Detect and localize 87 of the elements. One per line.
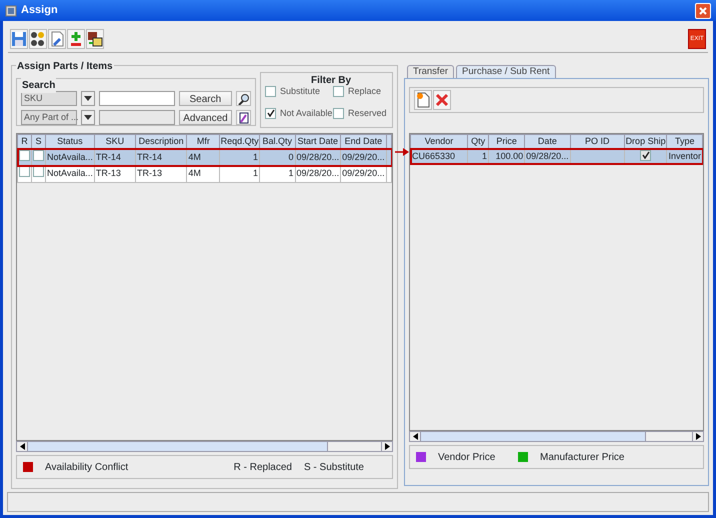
checkbox[interactable] xyxy=(333,86,344,98)
advanced-search-button[interactable] xyxy=(236,110,251,125)
column-header[interactable]: R xyxy=(18,134,32,149)
checkbox[interactable] xyxy=(333,108,344,119)
search-icon xyxy=(238,92,250,104)
group-title: Filter By xyxy=(311,74,352,88)
add-remove-button[interactable] xyxy=(67,28,85,48)
checkbox[interactable] xyxy=(19,166,30,177)
table-cell: TR-14 xyxy=(135,149,187,166)
column-header[interactable]: Bal.Qty xyxy=(260,134,296,149)
column-header[interactable]: Price xyxy=(488,134,525,149)
delete-icon xyxy=(435,93,449,107)
advanced-button[interactable]: Advanced xyxy=(178,110,232,125)
arrow-icon xyxy=(20,443,24,450)
scrollbar[interactable] xyxy=(409,431,704,442)
table-cell: 09/29/20... xyxy=(340,149,386,166)
table-cell: 0 xyxy=(260,149,296,166)
legend-label: Manufacturer Price xyxy=(540,450,624,464)
app-icon xyxy=(5,4,17,16)
table-cell: CU665330 xyxy=(410,149,468,164)
close-button[interactable] xyxy=(695,2,711,18)
dropdown-button[interactable] xyxy=(80,91,95,106)
document-icon xyxy=(238,112,250,124)
save-button[interactable] xyxy=(10,28,28,48)
scrollbar[interactable] xyxy=(16,441,393,452)
table-cell: 09/28/20... xyxy=(295,149,341,166)
close-icon xyxy=(698,6,708,16)
checkbox[interactable] xyxy=(265,86,276,98)
arrow-icon xyxy=(384,443,390,450)
column-header[interactable]: Start Date xyxy=(295,134,341,149)
column-header[interactable]: Description xyxy=(135,134,187,149)
tab[interactable]: Purchase / Sub Rent xyxy=(456,65,556,78)
checkbox[interactable] xyxy=(640,150,652,160)
caret-icon xyxy=(84,96,92,101)
column-header[interactable]: PO ID xyxy=(570,134,624,149)
panel-title: Assign Parts / Items xyxy=(16,59,114,74)
field-select[interactable]: SKU xyxy=(21,91,77,106)
table-cell: TR-14 xyxy=(94,149,136,166)
group-title: Search xyxy=(21,78,56,93)
tab[interactable]: Transfer xyxy=(407,65,454,78)
column-header[interactable]: Type xyxy=(666,134,702,149)
column-header[interactable]: Reqd.Qty xyxy=(220,134,260,149)
match-select[interactable]: Any Part of ... xyxy=(21,110,77,125)
checkbox-label: Replace xyxy=(348,86,382,98)
column-header[interactable]: SKU xyxy=(94,134,136,149)
table-cell: 100.00 xyxy=(488,149,525,164)
new-document-icon xyxy=(416,92,430,108)
table-cell: 1 xyxy=(468,149,489,164)
caret-icon xyxy=(84,115,92,120)
checkbox-label: Reserved xyxy=(348,106,387,120)
floppy-icon xyxy=(11,30,27,46)
column-header[interactable]: Vendor xyxy=(410,134,468,149)
column-header[interactable]: End Date xyxy=(340,134,386,149)
legend-label: Vendor Price xyxy=(438,450,496,464)
dropdown-button[interactable] xyxy=(81,110,95,125)
find-button[interactable] xyxy=(236,91,251,106)
arrow-icon xyxy=(412,433,418,440)
table-cell: 4M xyxy=(186,149,220,166)
checkbox[interactable] xyxy=(19,150,30,160)
arrow-icon xyxy=(696,433,700,440)
column-header[interactable]: Drop Ship xyxy=(624,134,667,149)
table-cell: 1 xyxy=(220,149,260,166)
table-cell: 09/28/20... xyxy=(524,149,570,164)
clear-button[interactable] xyxy=(48,28,66,48)
column-header[interactable]: Date xyxy=(524,134,570,149)
search-button[interactable]: Search xyxy=(178,91,232,106)
column-header[interactable]: Mfr xyxy=(186,134,220,149)
balls-icon xyxy=(30,30,46,46)
column-header[interactable]: Status xyxy=(46,134,94,149)
checkbox[interactable] xyxy=(33,166,44,177)
toolbar-button[interactable] xyxy=(29,28,47,48)
plus-minus-icon xyxy=(68,30,84,46)
legend-note: R - Replaced xyxy=(234,460,292,474)
search-field[interactable] xyxy=(98,91,175,106)
legend-label: Availability Conflict xyxy=(45,460,128,474)
checkbox[interactable] xyxy=(33,150,44,160)
connector-arrow xyxy=(395,148,409,156)
checkbox-label: Substitute xyxy=(280,85,320,98)
legend-note: S - Substitute xyxy=(304,460,364,474)
table-cell: NotAvaila... xyxy=(46,149,94,166)
table-cell: Inventor xyxy=(666,149,702,164)
delete-button[interactable] xyxy=(433,90,451,110)
checkbox[interactable] xyxy=(265,108,276,119)
checkbox-label: Not Available xyxy=(280,106,332,120)
window-title: Assign xyxy=(21,3,58,18)
new-button[interactable] xyxy=(414,90,432,110)
toolbar-button[interactable] xyxy=(86,28,104,48)
